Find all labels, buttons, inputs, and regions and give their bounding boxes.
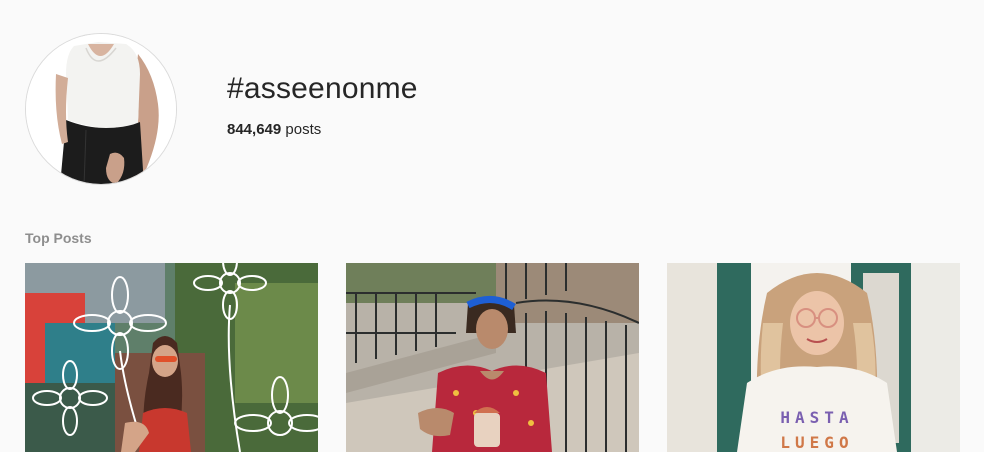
top-post-tile[interactable] bbox=[346, 263, 639, 452]
top-post-tile[interactable]: HASTA LUEGO bbox=[667, 263, 960, 452]
top-post-tile[interactable] bbox=[25, 263, 318, 452]
hashtag-avatar bbox=[25, 33, 177, 185]
top-posts-label: Top Posts bbox=[25, 230, 92, 246]
hashtag-header: #asseenonme 844,649 posts bbox=[25, 33, 965, 185]
hashtag-title: #asseenonme bbox=[227, 72, 418, 105]
post-count: 844,649 posts bbox=[227, 121, 418, 139]
post-count-number: 844,649 bbox=[227, 121, 282, 138]
post-image: HASTA LUEGO bbox=[667, 263, 960, 452]
tshirt-text-line1: HASTA bbox=[780, 408, 853, 427]
avatar-image bbox=[26, 34, 176, 184]
tshirt-text-line2: LUEGO bbox=[780, 433, 853, 452]
post-image bbox=[25, 263, 318, 452]
top-posts-grid: HASTA LUEGO bbox=[25, 263, 960, 452]
post-count-suffix: posts bbox=[281, 121, 322, 138]
post-image bbox=[346, 263, 639, 452]
hashtag-info: #asseenonme 844,649 posts bbox=[227, 71, 418, 139]
